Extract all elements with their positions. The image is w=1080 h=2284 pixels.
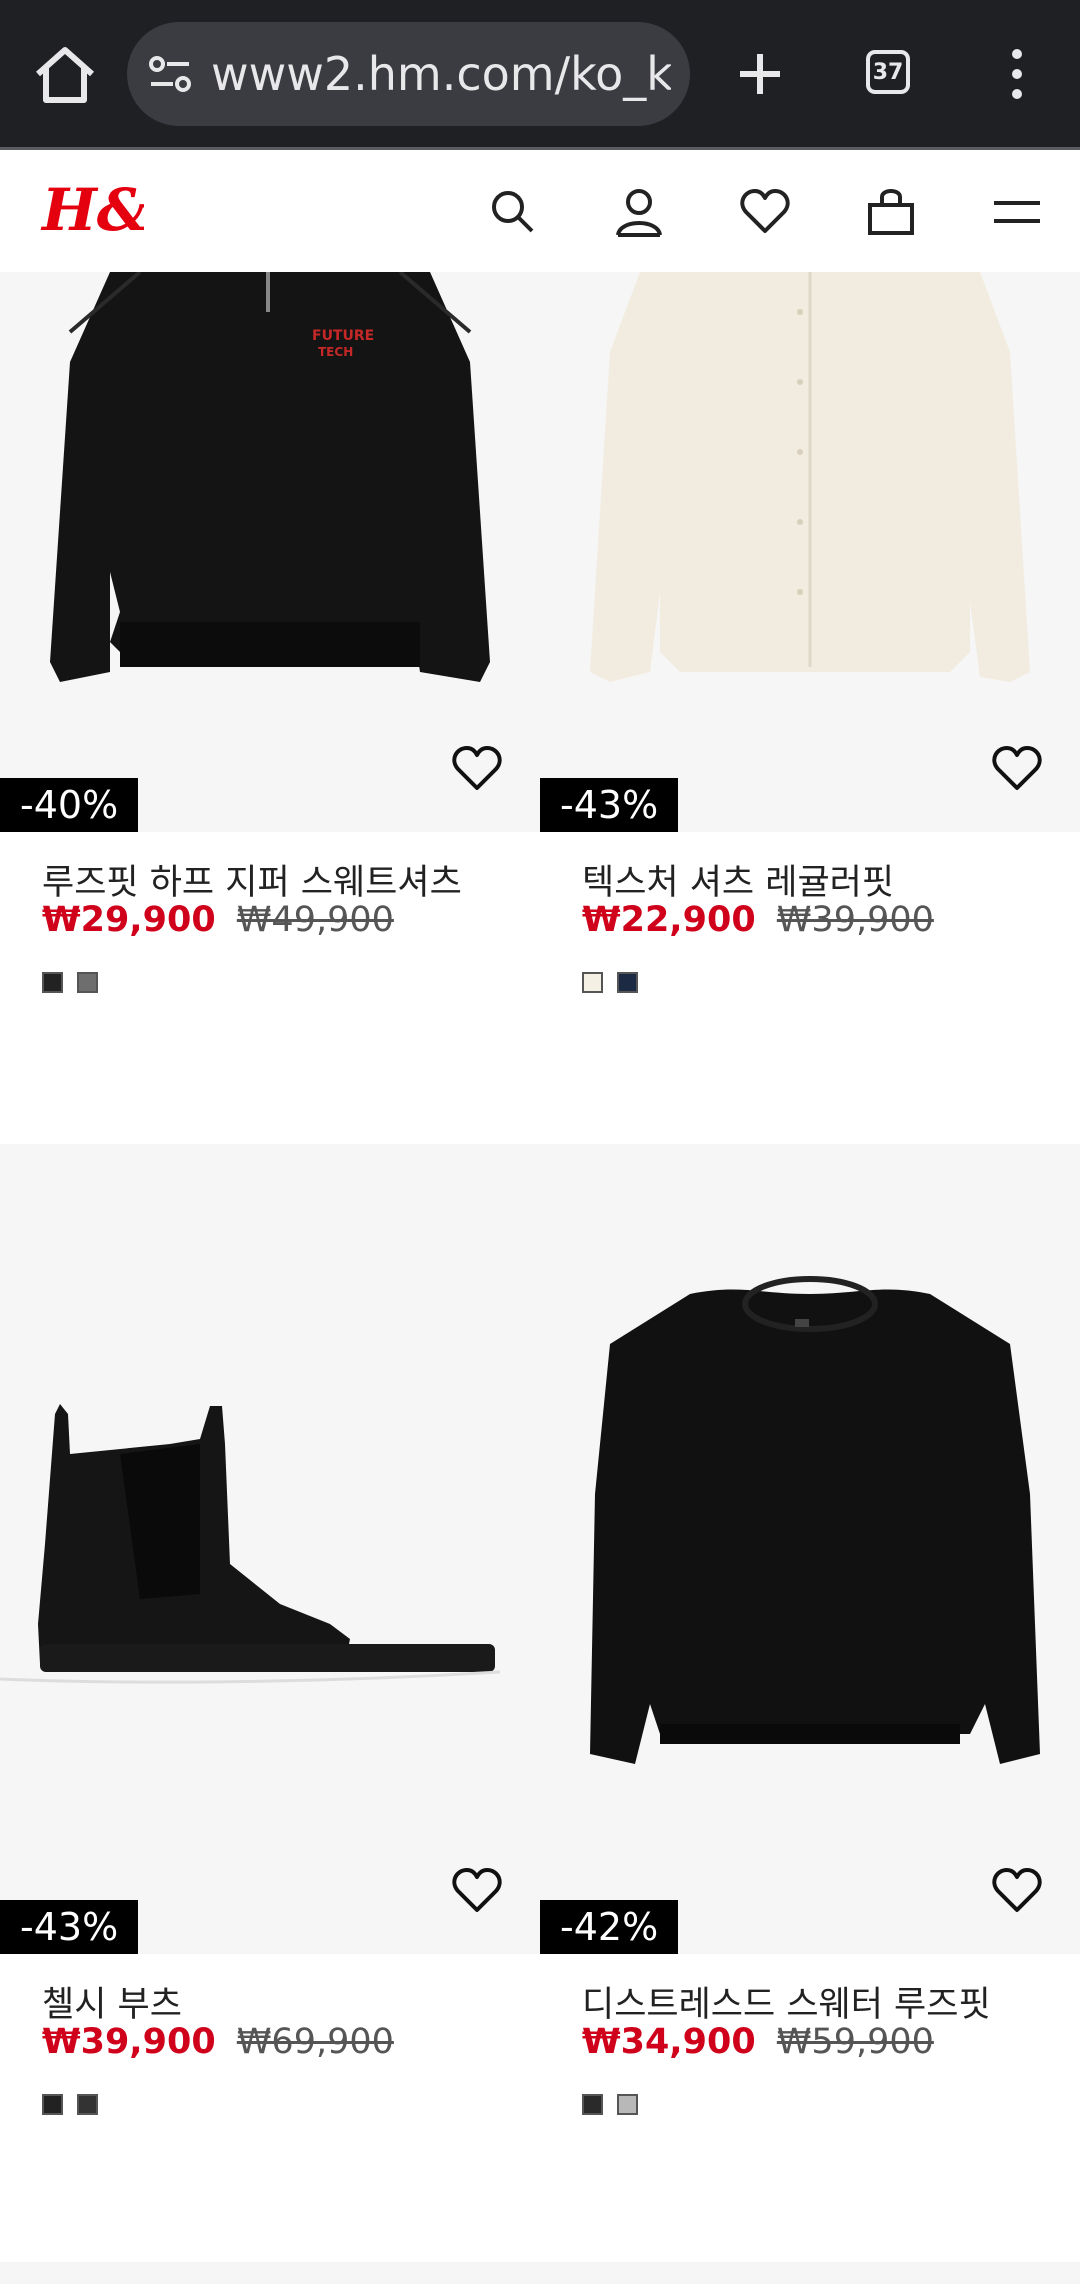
- color-swatch[interactable]: [582, 972, 603, 993]
- search-icon[interactable]: [486, 185, 540, 239]
- color-swatch[interactable]: [582, 2094, 603, 2115]
- sweater-image: [590, 1276, 1040, 1764]
- favorites-icon[interactable]: [738, 185, 792, 239]
- sale-price: ₩29,900: [42, 900, 216, 940]
- svg-text:TECH: TECH: [318, 345, 353, 359]
- color-swatches: [582, 972, 638, 993]
- color-swatches: [582, 2094, 638, 2115]
- product-image[interactable]: -43%: [540, 272, 1080, 832]
- site-header: H&M: [0, 150, 1080, 272]
- product-price: ₩29,900 ₩49,900: [42, 900, 394, 940]
- tab-switcher-button[interactable]: 37: [866, 50, 910, 94]
- svg-text:FUTURE: FUTURE: [312, 328, 374, 344]
- menu-icon[interactable]: [990, 185, 1044, 239]
- add-to-favorites-icon[interactable]: [450, 742, 504, 796]
- product-card[interactable]: -43% 첼시 부츠 ₩39,900 ₩69,900: [0, 1144, 540, 2154]
- add-to-favorites-icon[interactable]: [990, 1864, 1044, 1918]
- add-to-favorites-icon[interactable]: [450, 1864, 504, 1918]
- sale-price: ₩22,900: [582, 900, 756, 940]
- chelsea-boot-image: [0, 1404, 501, 1684]
- original-price: ₩39,900: [776, 900, 934, 940]
- original-price: ₩59,900: [776, 2022, 934, 2062]
- url-text[interactable]: www2.hm.com/ko_kr/: [211, 44, 671, 104]
- discount-badge: -42%: [540, 1900, 679, 1954]
- product-image[interactable]: FUTURE TECH -40%: [0, 272, 540, 832]
- product-price: ₩34,900 ₩59,900: [582, 2022, 934, 2062]
- add-to-favorites-icon[interactable]: [990, 742, 1044, 796]
- hm-logo[interactable]: H&M: [40, 172, 144, 244]
- color-swatch[interactable]: [42, 972, 63, 993]
- discount-badge: -43%: [540, 778, 679, 832]
- discount-badge: -43%: [0, 1900, 139, 1954]
- new-tab-icon[interactable]: [730, 38, 790, 108]
- color-swatch[interactable]: [617, 2094, 638, 2115]
- original-price: ₩69,900: [236, 2022, 394, 2062]
- shopping-bag-icon[interactable]: [864, 185, 918, 239]
- sale-price: ₩39,900: [42, 2022, 216, 2062]
- browser-toolbar: www2.hm.com/ko_kr/ 37: [0, 0, 1080, 147]
- address-bar[interactable]: www2.hm.com/ko_kr/: [127, 22, 690, 126]
- site-settings-icon[interactable]: [147, 52, 193, 98]
- original-price: ₩49,900: [236, 900, 394, 940]
- product-name[interactable]: 디스트레스드 스웨터 루즈핏: [582, 1976, 991, 2027]
- color-swatch[interactable]: [617, 972, 638, 993]
- svg-text:H&M: H&M: [40, 176, 144, 244]
- discount-badge: -40%: [0, 778, 139, 832]
- color-swatch[interactable]: [77, 972, 98, 993]
- more-options-icon[interactable]: [1000, 44, 1034, 104]
- product-card[interactable]: -43% 텍스처 셔츠 레귤러핏 ₩22,900 ₩39,900: [540, 272, 1080, 1122]
- product-card[interactable]: -42% 디스트레스드 스웨터 루즈핏 ₩34,900 ₩59,900: [540, 1144, 1080, 2154]
- product-name[interactable]: 루즈핏 하프 지퍼 스웨트셔츠: [42, 854, 462, 905]
- product-image[interactable]: -42%: [540, 1144, 1080, 1954]
- account-icon[interactable]: [612, 185, 666, 239]
- next-row-image-edge: [0, 2262, 1080, 2284]
- sale-price: ₩34,900: [582, 2022, 756, 2062]
- home-icon[interactable]: [30, 40, 100, 110]
- color-swatch[interactable]: [77, 2094, 98, 2115]
- product-card[interactable]: FUTURE TECH -40% 루즈핏 하프 지퍼 스웨트셔츠 ₩29,900…: [0, 272, 540, 1122]
- color-swatch[interactable]: [42, 2094, 63, 2115]
- color-swatches: [42, 2094, 98, 2115]
- color-swatches: [42, 972, 98, 993]
- product-name[interactable]: 텍스처 셔츠 레귤러핏: [582, 854, 894, 905]
- product-price: ₩39,900 ₩69,900: [42, 2022, 394, 2062]
- product-image[interactable]: -43%: [0, 1144, 540, 1954]
- product-price: ₩22,900 ₩39,900: [582, 900, 934, 940]
- product-name[interactable]: 첼시 부츠: [42, 1976, 182, 2027]
